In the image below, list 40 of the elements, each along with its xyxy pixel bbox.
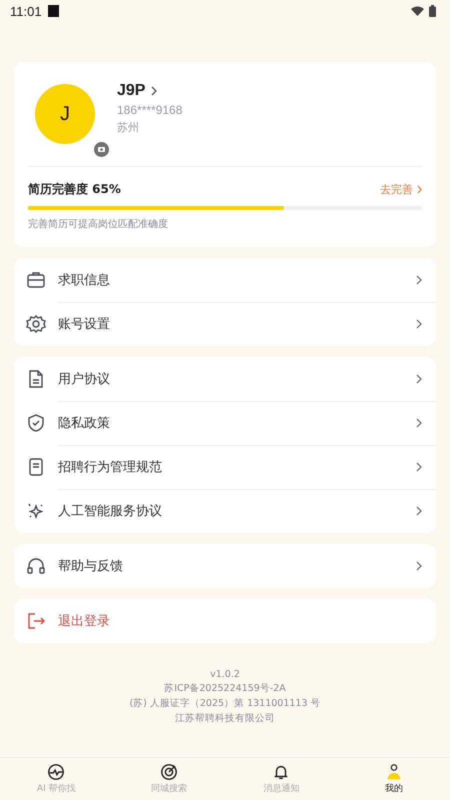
city: 苏州 <box>117 120 140 135</box>
resume-completion: 简历完善度 65% <box>28 181 121 198</box>
shield-icon <box>26 413 46 433</box>
chevron-icon[interactable] <box>416 506 422 516</box>
person-icon[interactable] <box>384 763 403 781</box>
footer-text: (苏) 人服证字（2025）第 1311001113 号 <box>129 697 321 710</box>
phone-number: 186****9168 <box>117 103 182 117</box>
footer-text: 苏ICP备2025224159号-2A <box>164 682 286 695</box>
menu-item[interactable]: 求职信息 <box>58 271 404 289</box>
chevron-icon[interactable] <box>416 462 422 472</box>
footer-text: 江苏帮聘科技有限公司 <box>175 712 275 725</box>
settings-icon <box>26 314 46 334</box>
chevron-icon[interactable] <box>416 418 422 428</box>
menu-item[interactable]: 隐私政策 <box>58 414 404 432</box>
footer-text: v1.0.2 <box>210 669 240 680</box>
chevron-icon[interactable] <box>416 561 422 571</box>
user-name[interactable]: J9P <box>117 82 146 100</box>
nav-tab[interactable]: 我的 <box>338 758 450 800</box>
camera-icon[interactable] <box>94 142 109 157</box>
chevron-icon[interactable] <box>151 86 158 96</box>
avatar[interactable]: J <box>60 102 70 126</box>
wifi-icon <box>411 6 424 16</box>
menu-item[interactable]: 账号设置 <box>58 315 404 333</box>
chevron-icon[interactable] <box>416 319 422 329</box>
wave-circle-icon[interactable] <box>47 763 66 781</box>
logout-icon <box>26 611 46 631</box>
menu-item[interactable]: 人工智能服务协议 <box>58 502 404 520</box>
menu-item[interactable]: 用户协议 <box>58 370 404 388</box>
notification-icon <box>48 5 59 17</box>
briefcase-icon <box>26 270 46 290</box>
menu-item[interactable]: 招聘行为管理规范 <box>58 458 404 476</box>
chevron-icon[interactable] <box>416 374 422 384</box>
sparkles-icon <box>26 501 46 521</box>
headset-icon <box>26 556 46 576</box>
status-time: 11:01 <box>10 4 42 18</box>
bell-icon[interactable] <box>272 763 290 781</box>
battery-icon <box>429 5 436 17</box>
target-icon[interactable] <box>160 763 178 781</box>
chevron-icon[interactable] <box>416 275 422 285</box>
resume-hint: 完善简历可提高岗位匹配准确度 <box>28 218 169 232</box>
